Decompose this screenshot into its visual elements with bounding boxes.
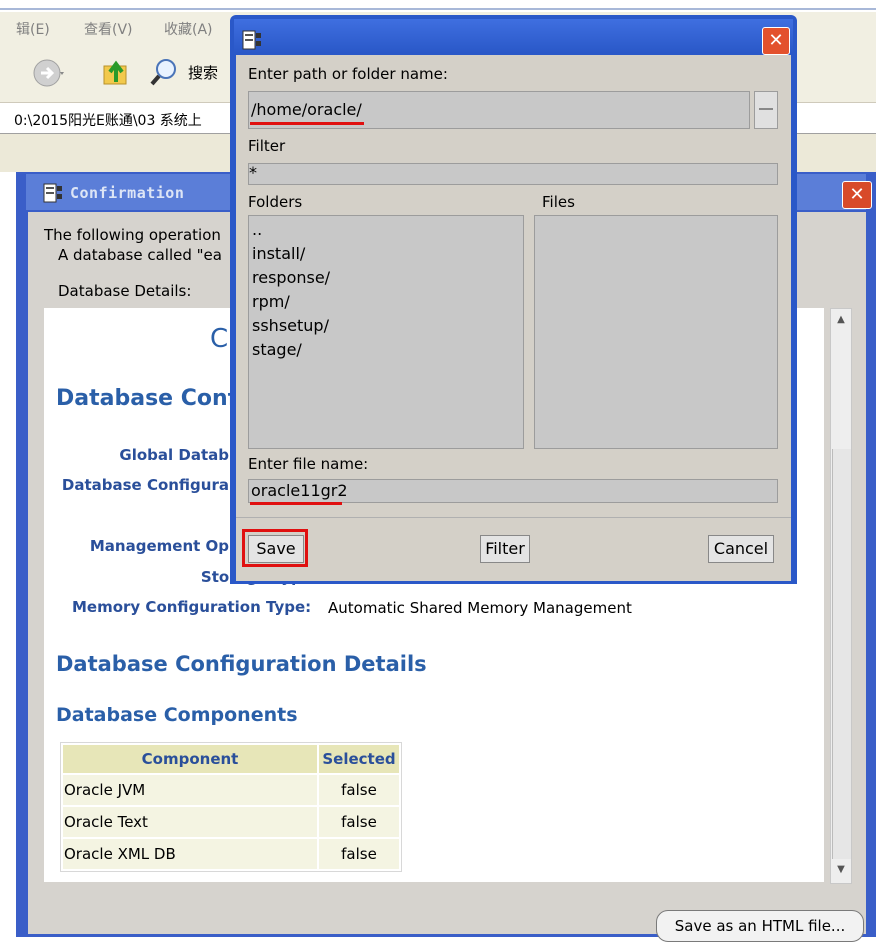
- list-item[interactable]: stage/: [252, 340, 302, 359]
- header-component: Component: [63, 745, 317, 773]
- java-app-icon: [242, 30, 261, 50]
- search-icon[interactable]: [148, 56, 182, 90]
- files-label: Files: [542, 193, 575, 211]
- filter-label: Filter: [248, 137, 286, 155]
- file-name-highlight-underline: [250, 502, 342, 505]
- table-row: Oracle JVM false: [63, 775, 399, 805]
- path-value: /home/oracle/: [251, 100, 362, 119]
- database-text: A database called "ea: [58, 246, 222, 264]
- scroll-up-icon[interactable]: ▲: [832, 311, 850, 329]
- label-global-database: Global Datab: [119, 446, 229, 464]
- list-item[interactable]: sshsetup/: [252, 316, 329, 335]
- path-label: Enter path or folder name:: [248, 65, 448, 83]
- path-dropdown-button[interactable]: [754, 91, 778, 129]
- component-selected: false: [319, 807, 399, 837]
- section-database-configuration: Database Conf: [56, 386, 238, 411]
- filter-input[interactable]: *: [248, 163, 778, 185]
- dialog-body: Enter path or folder name: /home/oracle/…: [236, 55, 791, 581]
- folders-list[interactable]: .. install/ response/ rpm/ sshsetup/ sta…: [248, 215, 524, 449]
- save-as-html-button[interactable]: Save as an HTML file...: [656, 910, 864, 942]
- dialog-divider: [236, 517, 791, 518]
- components-table: Component Selected Oracle JVM false Orac…: [60, 742, 402, 872]
- file-name-label: Enter file name:: [248, 455, 369, 473]
- operation-text: The following operation: [44, 226, 221, 244]
- component-name: Oracle JVM: [63, 775, 317, 805]
- close-icon[interactable]: ✕: [762, 27, 790, 55]
- label-memory-configuration-type: Memory Configuration Type:: [72, 598, 312, 616]
- files-list[interactable]: [534, 215, 778, 449]
- component-selected: false: [319, 775, 399, 805]
- close-icon[interactable]: ✕: [842, 181, 872, 209]
- dialog-titlebar[interactable]: ✕: [234, 19, 793, 55]
- component-selected: false: [319, 839, 399, 869]
- component-name: Oracle Text: [63, 807, 317, 837]
- details-heading: C: [210, 324, 229, 354]
- filter-value: *: [249, 163, 257, 182]
- save-highlight-box: [242, 529, 308, 567]
- menu-edit[interactable]: 辑(E): [16, 19, 50, 39]
- list-item[interactable]: install/: [252, 244, 305, 263]
- scroll-thumb[interactable]: [832, 449, 851, 859]
- label-management-options: Management Op: [89, 537, 229, 555]
- save-file-dialog: ✕ Enter path or folder name: /home/oracl…: [230, 15, 797, 584]
- file-name-input[interactable]: oracle11gr2: [248, 479, 778, 503]
- folder-up-icon[interactable]: [100, 56, 132, 88]
- file-name-value: oracle11gr2: [251, 481, 348, 500]
- memory-configuration-value: Automatic Shared Memory Management: [328, 599, 632, 617]
- folders-label: Folders: [248, 193, 303, 211]
- filter-button[interactable]: Filter: [480, 535, 530, 563]
- window-top-edge: [0, 0, 876, 10]
- list-item[interactable]: ..: [252, 220, 262, 239]
- table-header-row: Component Selected: [63, 745, 399, 773]
- cancel-button[interactable]: Cancel: [708, 535, 774, 563]
- path-highlight-underline: [250, 122, 364, 125]
- list-item[interactable]: response/: [252, 268, 330, 287]
- address-text: 0:\2015阳光E账通\03 系统上: [14, 113, 202, 129]
- scroll-down-icon[interactable]: ▼: [832, 861, 850, 879]
- table-row: Oracle XML DB false: [63, 839, 399, 869]
- confirmation-title: Confirmation: [70, 184, 185, 202]
- table-row: Oracle Text false: [63, 807, 399, 837]
- menu-view[interactable]: 查看(V): [84, 19, 133, 39]
- database-details-label: Database Details:: [58, 282, 192, 300]
- section-configuration-details: Database Configuration Details: [56, 652, 427, 676]
- header-selected: Selected: [319, 745, 399, 773]
- details-scrollbar[interactable]: ▲ ▼: [830, 308, 852, 884]
- java-app-icon: [43, 183, 62, 203]
- search-label[interactable]: 搜索: [188, 62, 218, 83]
- list-item[interactable]: rpm/: [252, 292, 290, 311]
- menu-favorites[interactable]: 收藏(A): [164, 19, 213, 39]
- forward-icon[interactable]: [32, 58, 68, 88]
- component-name: Oracle XML DB: [63, 839, 317, 869]
- section-database-components: Database Components: [56, 704, 298, 726]
- label-database-configuration: Database Configura: [61, 476, 229, 494]
